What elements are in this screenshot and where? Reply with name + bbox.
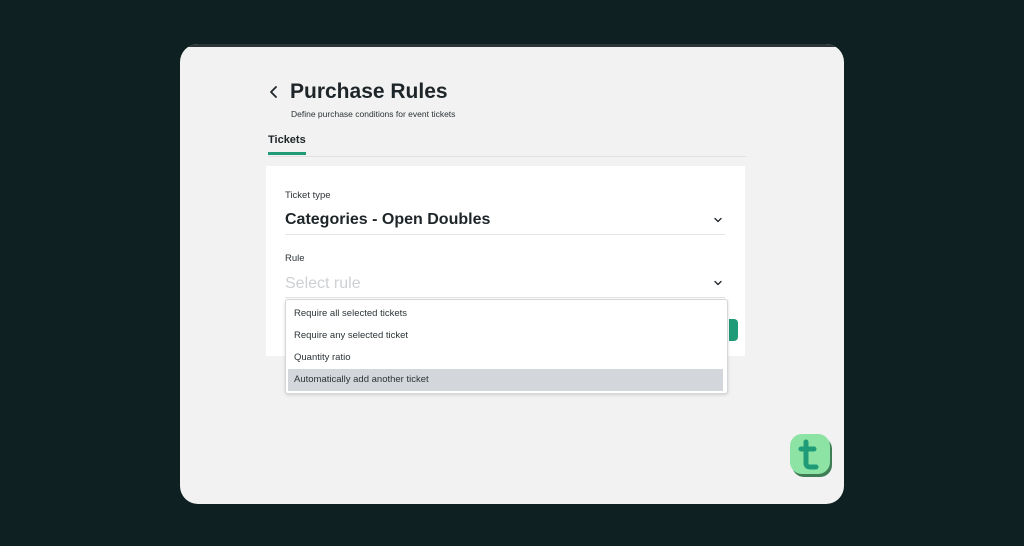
chevron-left-icon [270, 86, 277, 98]
ticket-type-select[interactable]: Categories - Open Doubles [285, 210, 725, 235]
t-logo-icon [790, 434, 830, 474]
ticket-type-value: Categories - Open Doubles [285, 211, 491, 228]
chevron-down-icon [714, 280, 722, 286]
tab-tickets[interactable]: Tickets [268, 134, 306, 155]
app-window: Purchase Rules Define purchase condition… [180, 44, 844, 504]
tab-bar: Tickets [268, 130, 746, 157]
back-button[interactable] [268, 82, 280, 108]
rule-dropdown-menu: Require all selected tickets Require any… [285, 299, 728, 394]
rule-label: Rule [285, 253, 305, 264]
ticket-type-label: Ticket type [285, 190, 331, 201]
rule-placeholder: Select rule [285, 275, 361, 292]
page-subtitle: Define purchase conditions for event tic… [291, 109, 456, 119]
page-title: Purchase Rules [290, 80, 448, 103]
dropdown-option-highlighted[interactable]: Automatically add another ticket [288, 369, 723, 391]
window-top-border [180, 44, 844, 47]
dropdown-option[interactable]: Require any selected ticket [288, 325, 723, 347]
dropdown-option[interactable]: Require all selected tickets [288, 303, 723, 325]
save-button[interactable] [729, 319, 738, 341]
dropdown-option[interactable]: Quantity ratio [288, 347, 723, 369]
t-logo-glyph [798, 439, 819, 470]
chevron-down-icon [714, 217, 722, 223]
rule-select[interactable]: Select rule [285, 273, 725, 298]
